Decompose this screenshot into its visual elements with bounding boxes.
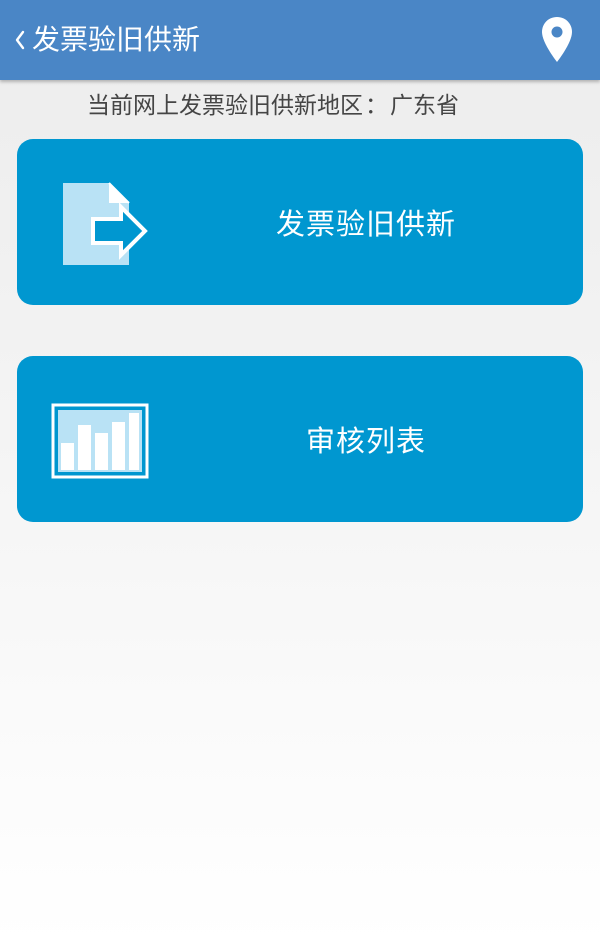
review-list-label: 审核列表 xyxy=(305,424,426,458)
region-value: 广东省 xyxy=(390,93,459,119)
document-arrow-icon xyxy=(63,182,148,265)
page-title: 发票验旧供新 xyxy=(32,23,201,56)
region-separator: ： xyxy=(365,93,388,119)
invoice-exchange-label: 发票验旧供新 xyxy=(275,207,456,241)
location-button[interactable] xyxy=(540,16,574,64)
region-label: 当前网上发票验旧供新地区 xyxy=(87,93,363,119)
app-header: 发票验旧供新 xyxy=(0,0,600,80)
map-pin-icon xyxy=(542,17,572,62)
bar-chart-icon xyxy=(51,403,149,479)
back-button[interactable]: 发票验旧供新 xyxy=(8,18,200,62)
review-list-button[interactable]: 审核列表 xyxy=(17,356,583,522)
current-region-text: 当前网上发票验旧供新地区：广东省 xyxy=(0,88,546,124)
chevron-left-icon xyxy=(8,18,32,62)
invoice-exchange-button[interactable]: 发票验旧供新 xyxy=(17,139,583,305)
